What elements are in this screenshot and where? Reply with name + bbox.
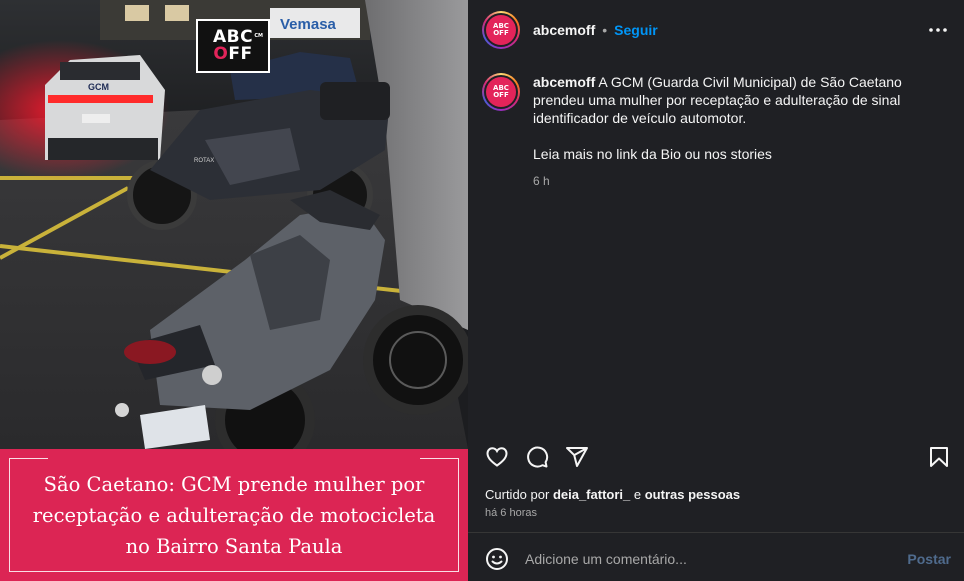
comment-input[interactable]	[525, 547, 885, 571]
caption-username[interactable]: abcemoff	[533, 74, 595, 90]
storefront-sign: Vemasa	[280, 16, 337, 33]
likes-connector: e	[633, 487, 642, 502]
heart-icon[interactable]	[485, 445, 509, 469]
separator-dot: •	[602, 22, 608, 38]
likes-prefix: Curtido por	[485, 487, 550, 502]
post-timestamp[interactable]: há 6 horas	[485, 507, 537, 519]
caption-read-more: Leia mais no link da Bio ou nos stories	[533, 146, 772, 162]
caption: ABC OFF abcemoff A GCM (Guarda Civil Mun…	[482, 73, 943, 190]
headline-text: São Caetano: GCM prende mulher por recep…	[32, 472, 436, 558]
liked-by-user[interactable]: deia_fattori_	[553, 487, 630, 502]
caption-timestamp[interactable]: 6 h	[533, 172, 943, 190]
caption-body: abcemoff A GCM (Guarda Civil Municipal) …	[533, 73, 943, 190]
post-panel: ABC OFF abcemoff • Seguir ABC OFF abcemo…	[468, 0, 964, 581]
caption-avatar-inner: ABC OFF	[484, 75, 518, 109]
header-username[interactable]: abcemoff	[533, 22, 595, 38]
comment-bubble-icon[interactable]	[525, 445, 549, 469]
likes-others[interactable]: outras pessoas	[645, 487, 740, 502]
headline-banner: São Caetano: GCM prende mulher por recep…	[0, 449, 468, 581]
send-icon[interactable]	[565, 445, 589, 469]
emoji-icon[interactable]	[485, 547, 509, 571]
post-header: ABC OFF abcemoff • Seguir	[468, 0, 964, 60]
more-horizontal-icon[interactable]	[926, 18, 950, 42]
caption-avatar-image: ABC OFF	[486, 77, 516, 107]
divider	[468, 532, 964, 533]
bookmark-icon[interactable]	[927, 445, 951, 469]
post-image[interactable]: Vemasa GCM ROTAX ABC O FF CM São Caetano…	[0, 0, 468, 581]
bike-brand: ROTAX	[194, 158, 214, 164]
comment-bar: Postar	[468, 537, 964, 581]
likes-summary: Curtido por deia_fattori_ e outras pesso…	[485, 487, 740, 502]
post-comment-button[interactable]: Postar	[907, 551, 951, 567]
avatar-inner: ABC OFF	[484, 13, 518, 47]
headline-frame-gap	[48, 458, 420, 460]
logo-line-2: O FF	[213, 46, 252, 63]
avatar[interactable]: ABC OFF	[482, 11, 520, 49]
logo-power-o: O	[213, 44, 229, 64]
abcoff-logo: ABC O FF CM	[196, 19, 270, 73]
logo-trademark: CM	[254, 33, 263, 39]
follow-button[interactable]: Seguir	[614, 22, 658, 38]
action-bar	[468, 441, 964, 473]
logo-line-2-rest: FF	[228, 44, 253, 64]
caption-text-line: abcemoff A GCM (Guarda Civil Municipal) …	[533, 73, 943, 127]
caption-avatar[interactable]: ABC OFF	[482, 73, 520, 111]
caption-gap	[533, 127, 943, 145]
vehicle-label: GCM	[88, 82, 109, 92]
avatar-image: ABC OFF	[486, 15, 516, 45]
